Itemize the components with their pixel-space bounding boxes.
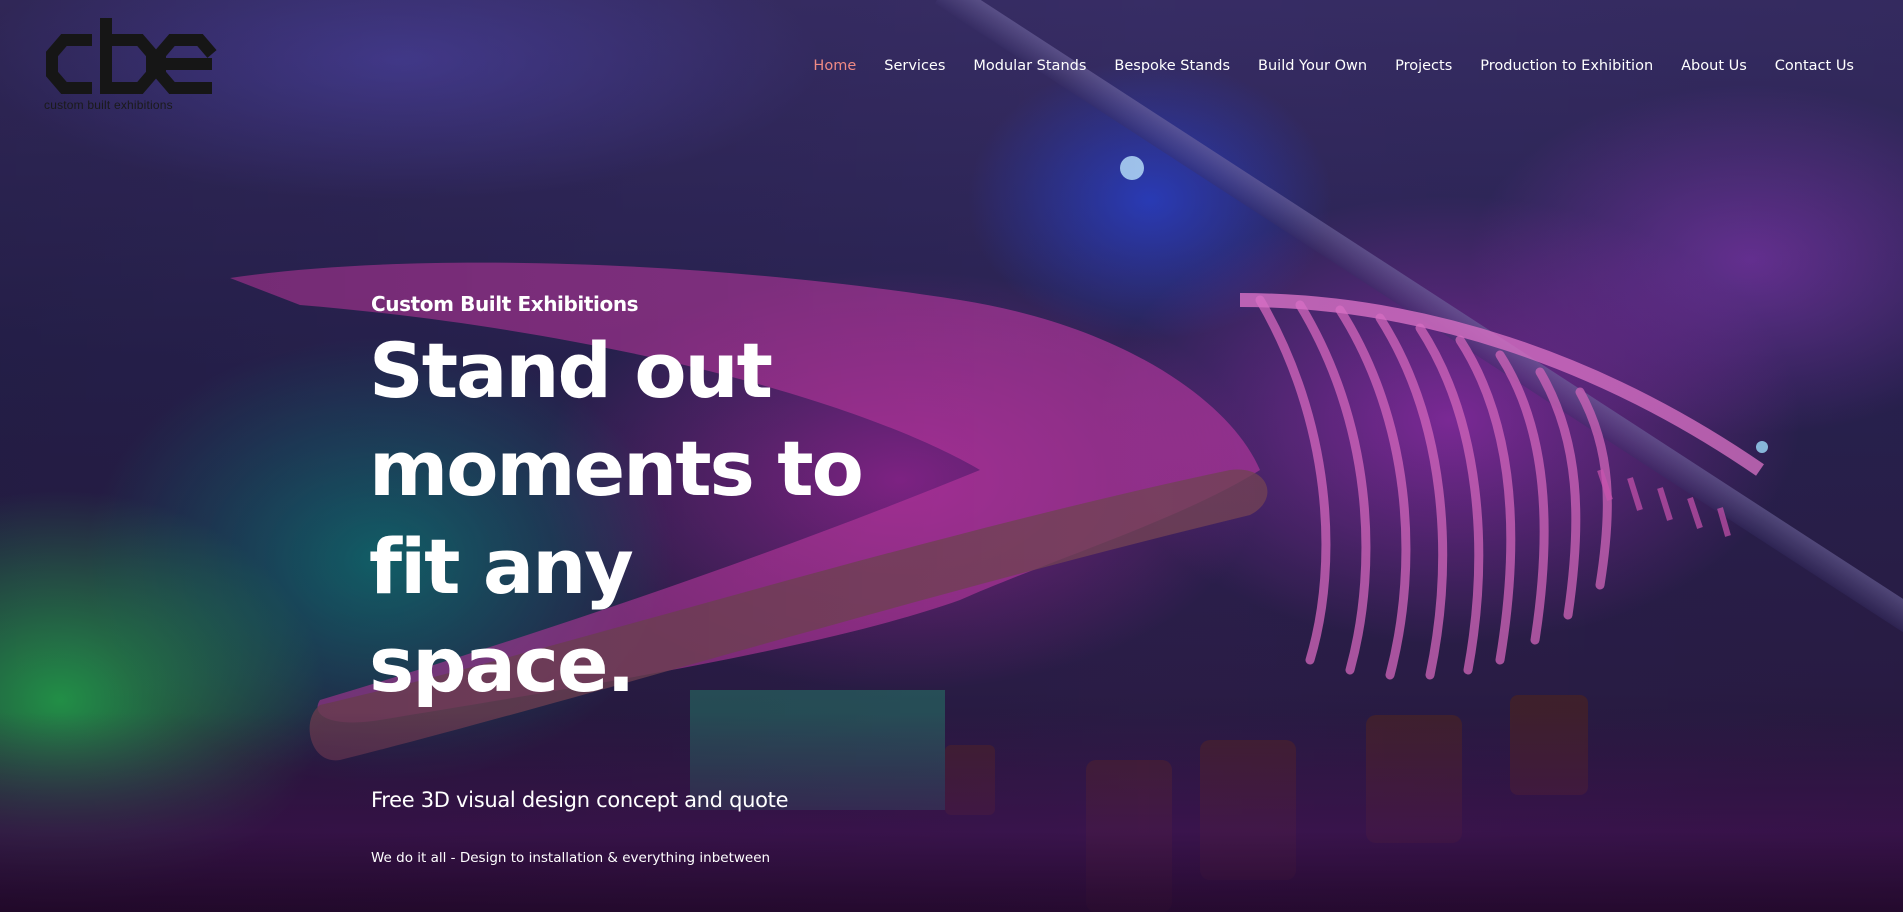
cbe-logo-mark-icon — [46, 18, 217, 94]
nav-item-services[interactable]: Services — [884, 58, 945, 74]
hero-tagline: We do it all - Design to installation & … — [371, 850, 771, 866]
hero-subhead: Free 3D visual design concept and quote — [371, 788, 789, 812]
nav-item-build-your-own[interactable]: Build Your Own — [1258, 58, 1367, 74]
main-navigation: Home Services Modular Stands Bespoke Sta… — [813, 58, 1854, 74]
cbe-logo[interactable]: custom built exhibitions — [44, 18, 220, 114]
hero-kicker: Custom Built Exhibitions — [371, 292, 639, 316]
nav-item-contact-us[interactable]: Contact Us — [1775, 58, 1854, 74]
hero-headline: Stand out moments to fit any space. — [369, 322, 929, 714]
headline-line: Stand out — [369, 326, 773, 415]
nav-item-projects[interactable]: Projects — [1395, 58, 1452, 74]
hero-overlay — [0, 0, 1903, 912]
nav-item-production-to-exhibition[interactable]: Production to Exhibition — [1480, 58, 1653, 74]
headline-line: fit any — [369, 522, 634, 611]
headline-line: moments to — [369, 424, 864, 513]
nav-item-about-us[interactable]: About Us — [1681, 58, 1747, 74]
nav-item-bespoke-stands[interactable]: Bespoke Stands — [1114, 58, 1230, 74]
logo-tagline: custom built exhibitions — [44, 98, 173, 112]
hero-section: custom built exhibitions Home Services M… — [0, 0, 1903, 912]
nav-item-home[interactable]: Home — [813, 58, 856, 74]
headline-line: space. — [369, 620, 635, 709]
nav-item-modular-stands[interactable]: Modular Stands — [973, 58, 1086, 74]
